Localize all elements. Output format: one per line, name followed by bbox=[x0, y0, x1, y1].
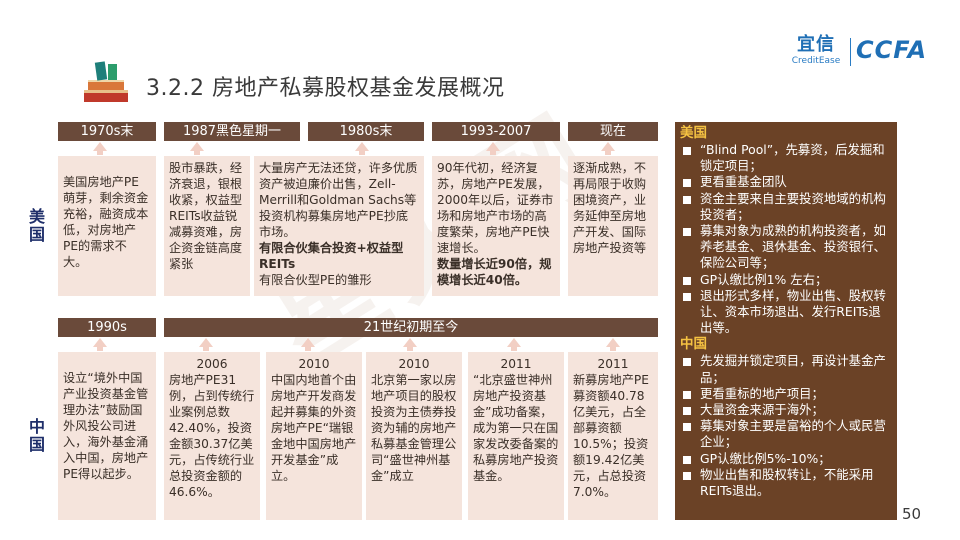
arrow-up-icon bbox=[355, 142, 369, 151]
us-period-1993-2007: 1993-2007 bbox=[432, 122, 560, 141]
cn-box-text: “北京盛世神州房地产投资基金”成功备案，成为第一只在国家发改委备案的私募房地产投… bbox=[473, 373, 559, 483]
arrow-stem bbox=[203, 347, 209, 351]
arrow-up-icon bbox=[507, 338, 521, 347]
cn-box-text: 房地产PE31例，占到传统行业案例总数42.40%，投资金额30.37亿美元，占… bbox=[169, 373, 255, 499]
us-box-text: 90年代初，经济复苏，房地产PE发展，2000年以后，证券市场和房地产市场的高度… bbox=[437, 161, 554, 255]
panel-cn-item: 大量资金来源于海外； bbox=[680, 402, 891, 418]
arrow-up-icon bbox=[606, 338, 620, 347]
us-box-text: 股市暴跌，经济衰退，银根收紧，权益型REITs收益锐减募资难，房企资金链高度紧张 bbox=[169, 161, 243, 271]
cn-box-text: 新募房地产PE募资额40.78亿美元，占全部募资额10.5%；投资额19.42亿… bbox=[573, 373, 649, 499]
country-label-us: 美国 bbox=[28, 207, 45, 244]
cn-box-year: 2010 bbox=[398, 357, 430, 371]
page-title: 3.2.2 房地产私募股权基金发展概况 bbox=[146, 76, 505, 101]
arrow-stem bbox=[359, 151, 365, 155]
cn-box-year: 2011 bbox=[597, 357, 629, 371]
cn-period-1990s: 1990s bbox=[58, 318, 156, 337]
cn-box-2011a: 2011 “北京盛世神州房地产投资基金”成功备案，成为第一只在国家发改委备案的私… bbox=[468, 352, 564, 520]
cn-box-year: 2011 bbox=[500, 357, 532, 371]
arrow-stem bbox=[605, 151, 611, 155]
us-box-1980s: 大量房产无法还贷，许多优质资产被迫廉价出售，Zell-Merrill和Goldm… bbox=[254, 156, 424, 296]
creditease-logo: 宜信 CreditEase bbox=[786, 34, 846, 67]
arrow-stem bbox=[490, 151, 496, 155]
us-period-1980s: 1980s末 bbox=[308, 122, 424, 141]
panel-cn-item: 先发掘并锁定项目，再设计基金产品； bbox=[680, 353, 891, 385]
arrow-stem bbox=[305, 347, 311, 351]
arrow-up-icon bbox=[93, 338, 107, 347]
us-box-bold: 有限合伙集合投资+权益型 REITs bbox=[259, 241, 404, 271]
panel-us-item: “Blind Pool”，先募资，后发掘和锁定项目； bbox=[680, 142, 891, 174]
arrow-stem bbox=[610, 347, 616, 351]
us-period-now: 现在 bbox=[568, 122, 658, 141]
arrow-up-icon bbox=[601, 142, 615, 151]
cn-box-text: 北京第一家以房地产项目的股权投资为主债券投资为辅的房地产私募基金管理公司“盛世神… bbox=[371, 373, 457, 483]
us-box-bold: 数量增长近90倍，规模增长近40倍。 bbox=[437, 257, 552, 287]
arrow-up-icon bbox=[486, 142, 500, 151]
cn-box-1990s: 设立“境外中国产业投资基金管理办法”鼓励国外风投公司进入，海外基金涌入中国，房地… bbox=[58, 352, 156, 520]
panel-cn-heading: 中国 bbox=[680, 336, 707, 353]
country-label-cn: 中国 bbox=[28, 417, 45, 454]
cn-box-2010b: 2010 北京第一家以房地产项目的股权投资为主债券投资为辅的房地产私募基金管理公… bbox=[366, 352, 462, 520]
arrow-stem bbox=[194, 151, 200, 155]
arrow-up-icon bbox=[93, 142, 107, 151]
us-period-1970s: 1970s末 bbox=[58, 122, 156, 141]
logo-en: CreditEase bbox=[791, 56, 841, 66]
arrow-up-icon bbox=[199, 338, 213, 347]
cn-box-2011b: 2011 新募房地产PE募资额40.78亿美元，占全部募资额10.5%；投资额1… bbox=[568, 352, 658, 520]
cn-box-year: 2006 bbox=[196, 357, 228, 371]
panel-cn-item: GP认缴比例5%-10%； bbox=[680, 451, 891, 467]
books-icon bbox=[84, 61, 128, 102]
arrow-up-icon bbox=[301, 338, 315, 347]
ccfa-logo: CCFA bbox=[856, 36, 928, 64]
us-box-1970s: 美国房地产PE萌芽，剩余资金充裕，融资成本低，对房地产PE的需求不大。 bbox=[58, 156, 156, 296]
cn-box-text: 中国内地首个由房地产开发商发起并募集的外资房地产PE“瑞银金地中国房地产开发基金… bbox=[271, 373, 357, 483]
arrow-stem bbox=[511, 347, 517, 351]
panel-cn-list: 先发掘并锁定项目，再设计基金产品； 更看重标的地产项目； 大量资金来源于海外； … bbox=[680, 353, 891, 499]
comparison-panel: 美国 “Blind Pool”，先募资，后发掘和锁定项目； 更看重基金团队 资金… bbox=[675, 122, 897, 520]
arrow-stem bbox=[407, 347, 413, 351]
us-box-text: 逐渐成熟，不再局限于收购困境资产，业务延伸至房地产开发、国际房地产投资等 bbox=[573, 161, 647, 255]
logo-cn: 宜信 bbox=[797, 34, 835, 55]
us-box-1993-2007: 90年代初，经济复苏，房地产PE发展，2000年以后，证券市场和房地产市场的高度… bbox=[432, 156, 560, 296]
cn-box-text: 设立“境外中国产业投资基金管理办法”鼓励国外风投公司进入，海外基金涌入中国，房地… bbox=[63, 371, 149, 481]
us-box-1987: 股市暴跌，经济衰退，银根收紧，权益型REITs收益锐减募资难，房企资金链高度紧张 bbox=[164, 156, 250, 296]
panel-us-item: 更看重基金团队 bbox=[680, 174, 891, 190]
arrow-up-icon bbox=[190, 142, 204, 151]
panel-us-item: GP认缴比例1% 左右； bbox=[680, 272, 891, 288]
arrow-stem bbox=[97, 151, 103, 155]
panel-us-list: “Blind Pool”，先募资，后发掘和锁定项目； 更看重基金团队 资金主要来… bbox=[680, 142, 891, 336]
arrow-stem bbox=[97, 347, 103, 351]
panel-us-item: 募集对象为成熟的机构投资者，如养老基金、退休基金、投资银行、保险公司等； bbox=[680, 223, 891, 272]
us-box-now: 逐渐成熟，不再局限于收购困境资产，业务延伸至房地产开发、国际房地产投资等 bbox=[568, 156, 658, 296]
cn-box-year: 2010 bbox=[298, 357, 330, 371]
logo-divider bbox=[850, 38, 851, 66]
cn-box-2006: 2006 房地产PE31例，占到传统行业案例总数42.40%，投资金额30.37… bbox=[164, 352, 260, 520]
panel-us-item: 资金主要来自主要投资地域的机构投资者； bbox=[680, 191, 891, 223]
cn-box-2010a: 2010 中国内地首个由房地产开发商发起并募集的外资房地产PE“瑞银金地中国房地… bbox=[266, 352, 362, 520]
panel-cn-item: 更看重标的地产项目； bbox=[680, 386, 891, 402]
page-number: 50 bbox=[902, 505, 922, 523]
panel-cn-item: 募集对象主要是富裕的个人或民营企业； bbox=[680, 418, 891, 450]
us-period-1987: 1987黑色星期一 bbox=[164, 122, 300, 141]
us-box-tail: 有限合伙型PE的雏形 bbox=[259, 273, 372, 287]
us-box-text: 美国房地产PE萌芽，剩余资金充裕，融资成本低，对房地产PE的需求不大。 bbox=[63, 175, 149, 269]
panel-us-heading: 美国 bbox=[680, 125, 707, 141]
panel-cn-item: 物业出售和股权转让，不能采用REITs退出。 bbox=[680, 467, 891, 499]
arrow-up-icon bbox=[403, 338, 417, 347]
panel-us-item: 退出形式多样，物业出售、股权转让、资本市场退出、发行REITs退出等。 bbox=[680, 288, 891, 337]
us-box-text: 大量房产无法还贷，许多优质资产被迫廉价出售，Zell-Merrill和Goldm… bbox=[259, 161, 418, 239]
cn-period-21st-century: 21世纪初期至今 bbox=[164, 318, 658, 337]
